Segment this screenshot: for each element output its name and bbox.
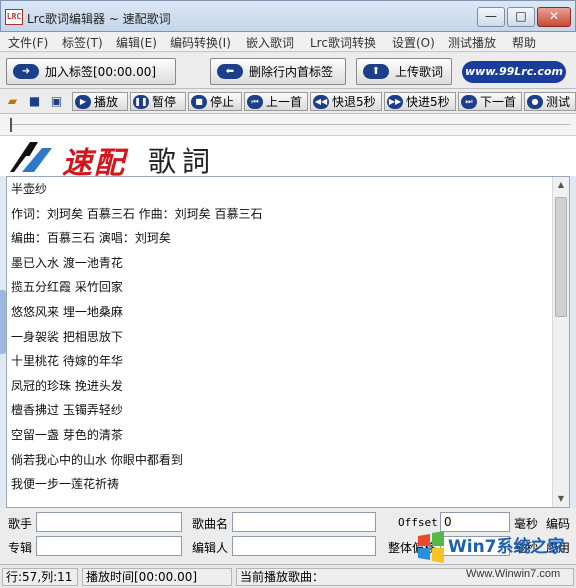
pause-label: 暂停 bbox=[152, 95, 177, 109]
next-label: 下一首 bbox=[480, 95, 517, 109]
progress-slider[interactable] bbox=[0, 114, 576, 136]
test-button[interactable]: ● 测试 bbox=[524, 92, 576, 111]
brand-name-black: 歌詞 bbox=[148, 145, 217, 178]
lyric-line[interactable]: 凤冠的珍珠 挽进头发 bbox=[11, 374, 551, 399]
stop-button[interactable]: ■ 停止 bbox=[188, 92, 242, 111]
upload-lyrics-button[interactable]: ⬆ 上传歌词 bbox=[356, 58, 452, 85]
play-button[interactable]: ▶ 播放 bbox=[72, 92, 128, 111]
maximize-button[interactable]: □ bbox=[507, 7, 535, 27]
lyric-line[interactable]: 空留一盏 芽色的清茶 bbox=[11, 423, 551, 448]
action-bar: ➜ 加入标签[00:00.00] ⬅ 删除行内首标签 ⬆ 上传歌词 www.99… bbox=[0, 53, 576, 89]
app-icon: LRC bbox=[5, 9, 23, 25]
delete-tag-label: 删除行内首标签 bbox=[249, 65, 334, 79]
previous-button[interactable]: ⏮ 上一首 bbox=[244, 92, 308, 111]
save-as-icon[interactable]: ▣ bbox=[48, 93, 65, 110]
watermark-url: Www.Winwin7.com bbox=[466, 568, 561, 580]
play-label: 播放 bbox=[94, 95, 119, 109]
delete-tag-button[interactable]: ⬅ 删除行内首标签 bbox=[210, 58, 346, 85]
watermark-title: Win7系统之家 bbox=[448, 537, 565, 557]
lyric-line[interactable]: 编曲：百慕三石 演唱：刘珂矣 bbox=[11, 226, 551, 251]
pause-button[interactable]: ❚❚ 暂停 bbox=[130, 92, 186, 111]
menu-edit[interactable]: 编辑(E) bbox=[116, 34, 157, 51]
add-tag-button[interactable]: ➜ 加入标签[00:00.00] bbox=[6, 58, 176, 85]
menu-bar: 文件(F) 标签(T) 编辑(E) 编码转换(I) 嵌入歌词 Lrc歌词转换 设… bbox=[0, 32, 576, 52]
menu-embed[interactable]: 嵌入歌词 bbox=[246, 34, 294, 51]
minimize-button[interactable]: — bbox=[477, 7, 505, 27]
album-input[interactable] bbox=[36, 536, 182, 556]
menu-settings[interactable]: 设置(O) bbox=[392, 34, 435, 51]
close-button[interactable]: ✕ bbox=[537, 7, 571, 27]
rewind-button[interactable]: ◀◀ 快退5秒 bbox=[310, 92, 382, 111]
watermark: Win7系统之家 Www.Winwin7.com bbox=[412, 530, 576, 588]
stop-label: 停止 bbox=[210, 95, 235, 109]
stop-icon: ■ bbox=[191, 94, 207, 109]
album-label: 专辑 bbox=[8, 541, 33, 555]
playback-toolbar: ▰ ■ ▣ ▶ 播放 ❚❚ 暂停 ■ 停止 ⏮ 上一首 ◀◀ 快退5秒 ▶▶ 快进5秒 ⏭ 下… bbox=[0, 89, 576, 114]
lyric-line[interactable]: 一身袈裟 把相思放下 bbox=[11, 325, 551, 350]
singer-input[interactable] bbox=[36, 512, 182, 532]
forward-label: 快进5秒 bbox=[406, 95, 450, 109]
brand-banner: 速配 歌詞 bbox=[0, 136, 576, 181]
site-logo[interactable]: www.99Lrc.com bbox=[462, 61, 566, 83]
lyrics-text-area[interactable]: 半壶纱 作词：刘珂矣 百慕三石 作曲：刘珂矣 百慕三石 编曲：百慕三石 演唱：刘珂矣… bbox=[11, 177, 551, 507]
title-bar: LRC Lrc歌词编辑器 ~ 速配歌词 — □ ✕ bbox=[0, 0, 576, 32]
windows-flag-icon bbox=[418, 531, 444, 563]
scroll-up-icon[interactable]: ▲ bbox=[553, 177, 569, 193]
cursor-position: 行:57,列:11 bbox=[2, 568, 78, 586]
menu-test-play[interactable]: 测试播放 bbox=[448, 34, 496, 51]
lyric-line[interactable]: 揽五分红霞 采竹回家 bbox=[11, 275, 551, 300]
pause-icon: ❚❚ bbox=[133, 94, 149, 109]
rewind-label: 快退5秒 bbox=[332, 95, 376, 109]
previous-label: 上一首 bbox=[266, 95, 303, 109]
arrow-up-icon: ⬆ bbox=[363, 64, 389, 79]
editor-input[interactable] bbox=[232, 536, 376, 556]
test-icon: ● bbox=[527, 94, 543, 109]
offset-input[interactable] bbox=[440, 512, 510, 532]
lyric-line[interactable]: 作词：刘珂矣 百慕三石 作曲：刘珂矣 百慕三石 bbox=[11, 202, 551, 227]
lyric-line[interactable]: 半壶纱 bbox=[11, 177, 551, 202]
menu-help[interactable]: 帮助 bbox=[512, 34, 536, 51]
scrollbar-thumb[interactable] bbox=[555, 197, 567, 317]
offset-label: Offset bbox=[398, 516, 438, 529]
slider-thumb[interactable] bbox=[10, 118, 12, 132]
window-title: Lrc歌词编辑器 ~ 速配歌词 bbox=[27, 12, 171, 26]
lyric-line[interactable]: 檀香拂过 玉镯弄轻纱 bbox=[11, 398, 551, 423]
lyric-line[interactable]: 十里桃花 待嫁的年华 bbox=[11, 349, 551, 374]
lyric-line[interactable]: 我便一步一莲花祈祷 bbox=[11, 472, 551, 497]
menu-tags[interactable]: 标签(T) bbox=[62, 34, 103, 51]
lyric-line[interactable]: 悠悠风来 埋一地桑麻 bbox=[11, 300, 551, 325]
brand-logo-icon bbox=[10, 142, 52, 172]
test-label: 测试 bbox=[546, 95, 571, 109]
rewind-icon: ◀◀ bbox=[313, 94, 329, 109]
previous-icon: ⏮ bbox=[247, 94, 263, 109]
singer-label: 歌手 bbox=[8, 517, 33, 531]
play-time: 播放时间[00:00.00] bbox=[82, 568, 232, 586]
next-button[interactable]: ⏭ 下一首 bbox=[458, 92, 522, 111]
song-name-label: 歌曲名 bbox=[192, 517, 229, 531]
save-icon[interactable]: ■ bbox=[26, 93, 43, 110]
add-tag-label: 加入标签[00:00.00] bbox=[45, 65, 157, 79]
lyric-line[interactable]: 倘若我心中的山水 你眼中都看到 bbox=[11, 448, 551, 473]
open-folder-icon[interactable]: ▰ bbox=[4, 93, 21, 110]
lyric-line[interactable]: 墨已入水 渡一池青花 bbox=[11, 251, 551, 276]
vertical-scrollbar[interactable]: ▲ ▼ bbox=[552, 177, 569, 507]
next-icon: ⏭ bbox=[461, 94, 477, 109]
lyrics-editor[interactable]: 半壶纱 作词：刘珂矣 百慕三石 作曲：刘珂矣 百慕三石 编曲：百慕三石 演唱：刘珂矣… bbox=[6, 176, 570, 508]
menu-convert[interactable]: Lrc歌词转换 bbox=[310, 34, 376, 51]
scroll-down-icon[interactable]: ▼ bbox=[553, 491, 569, 507]
menu-file[interactable]: 文件(F) bbox=[8, 34, 48, 51]
arrow-right-icon: ➜ bbox=[13, 64, 39, 79]
song-name-input[interactable] bbox=[232, 512, 376, 532]
menu-encoding[interactable]: 编码转换(I) bbox=[170, 34, 231, 51]
arrow-left-icon: ⬅ bbox=[217, 64, 243, 79]
play-icon: ▶ bbox=[75, 94, 91, 109]
forward-button[interactable]: ▶▶ 快进5秒 bbox=[384, 92, 456, 111]
slider-track bbox=[10, 124, 570, 125]
forward-icon: ▶▶ bbox=[387, 94, 403, 109]
editor-label: 编辑人 bbox=[192, 541, 229, 555]
upload-label: 上传歌词 bbox=[395, 65, 444, 79]
